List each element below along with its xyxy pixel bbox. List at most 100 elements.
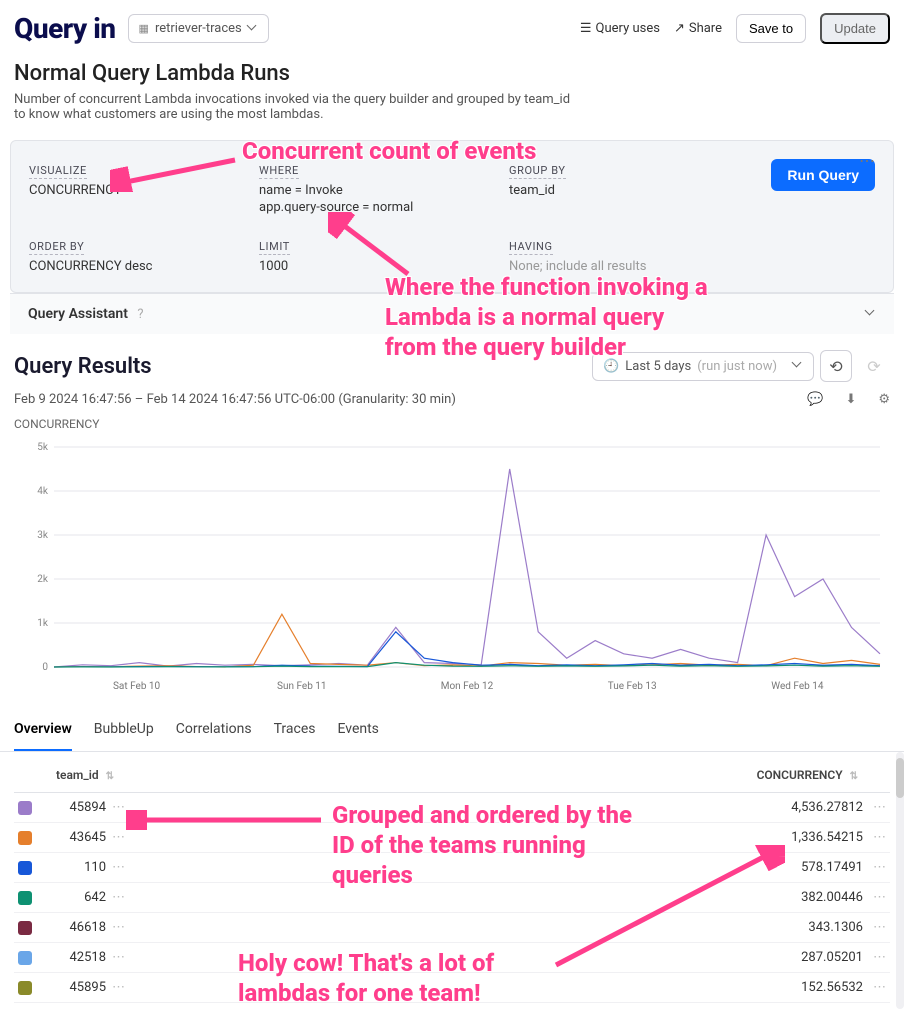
row-menu-icon[interactable]: ⋯ xyxy=(873,920,886,935)
update-button[interactable]: Update xyxy=(820,13,890,44)
groupby-group[interactable]: GROUP BY team_id xyxy=(509,159,739,217)
svg-text:3k: 3k xyxy=(37,530,49,541)
query-uses-link[interactable]: ☰ Query uses xyxy=(580,21,660,36)
having-value: None; include all results xyxy=(509,259,739,274)
row-menu-icon[interactable]: ⋯ xyxy=(112,950,125,965)
redo-icon: ⟳ xyxy=(867,357,880,376)
where-value-2: app.query-source = normal xyxy=(259,200,509,215)
share-label: Share xyxy=(689,21,722,36)
svg-text:5k: 5k xyxy=(37,442,49,453)
dataset-icon: ▦ xyxy=(139,22,149,35)
cell-concurrency: 4,536.27812 xyxy=(791,800,863,815)
series-swatch xyxy=(18,801,32,815)
settings-icon[interactable]: ⚙ xyxy=(878,392,890,407)
dataset-dropdown[interactable]: ▦ retriever-traces xyxy=(128,14,269,43)
result-tabs: Overview BubbleUp Correlations Traces Ev… xyxy=(0,709,904,752)
where-value-1: name = Invoke xyxy=(259,183,509,198)
limit-label: LIMIT xyxy=(259,240,290,255)
having-label: HAVING xyxy=(509,240,553,255)
row-menu-icon[interactable]: ⋯ xyxy=(873,980,886,995)
row-menu-icon[interactable]: ⋯ xyxy=(112,890,125,905)
cell-team-id: 110 xyxy=(46,860,106,875)
cell-concurrency: 382.00446 xyxy=(801,890,863,905)
table-row[interactable]: 46618 ⋯ 343.1306 ⋯ xyxy=(14,913,890,943)
svg-text:Tue Feb 13: Tue Feb 13 xyxy=(608,681,657,692)
cell-team-id: 45894 xyxy=(46,800,106,815)
chevron-down-icon xyxy=(793,361,803,371)
tab-traces[interactable]: Traces xyxy=(274,709,316,751)
tab-correlations[interactable]: Correlations xyxy=(176,709,252,751)
svg-text:Sat Feb 10: Sat Feb 10 xyxy=(113,681,161,692)
row-menu-icon[interactable]: ⋯ xyxy=(112,800,125,815)
cell-concurrency: 578.17491 xyxy=(801,860,863,875)
results-title: Query Results xyxy=(14,354,152,379)
col-team-id[interactable]: team_id ⇅ xyxy=(56,768,114,782)
svg-text:Sun Feb 11: Sun Feb 11 xyxy=(277,681,327,692)
query-assistant-row[interactable]: Query Assistant ? xyxy=(10,293,894,334)
undo-button[interactable]: ⟲ xyxy=(820,350,852,382)
row-menu-icon[interactable]: ⋯ xyxy=(112,860,125,875)
limit-value: 1000 xyxy=(259,259,509,274)
row-menu-icon[interactable]: ⋯ xyxy=(873,950,886,965)
tab-events[interactable]: Events xyxy=(337,709,378,751)
chevron-down-icon xyxy=(866,309,876,319)
row-menu-icon[interactable]: ⋯ xyxy=(873,890,886,905)
concurrency-chart[interactable]: 01k2k3k4k5kSat Feb 10Sun Feb 11Mon Feb 1… xyxy=(0,431,904,703)
limit-group[interactable]: LIMIT 1000 xyxy=(259,235,509,274)
row-menu-icon[interactable]: ⋯ xyxy=(112,920,125,935)
scrollbar[interactable] xyxy=(896,752,904,1009)
share-link[interactable]: ↗ Share xyxy=(674,21,722,36)
chart-metric-label: CONCURRENCY xyxy=(0,417,904,431)
series-swatch xyxy=(18,921,32,935)
svg-text:Mon Feb 12: Mon Feb 12 xyxy=(441,681,494,692)
table-row[interactable]: 110 ⋯ 578.17491 ⋯ xyxy=(14,853,890,883)
table-row[interactable]: 45895 ⋯ 152.56532 ⋯ xyxy=(14,973,890,1003)
cell-team-id: 46618 xyxy=(46,920,106,935)
row-menu-icon[interactable]: ⋯ xyxy=(873,800,886,815)
query-assistant-label: Query Assistant xyxy=(28,306,128,322)
dataset-name: retriever-traces xyxy=(155,21,242,36)
orderby-group[interactable]: ORDER BY CONCURRENCY desc xyxy=(29,235,259,274)
svg-text:2k: 2k xyxy=(37,574,49,585)
svg-text:Wed Feb 14: Wed Feb 14 xyxy=(771,681,824,692)
tab-bubbleup[interactable]: BubbleUp xyxy=(94,709,154,751)
row-menu-icon[interactable]: ⋯ xyxy=(112,830,125,845)
save-to-button[interactable]: Save to xyxy=(736,14,806,43)
table-row[interactable]: 45894 ⋯ 4,536.27812 ⋯ xyxy=(14,793,890,823)
brand-title: Query in xyxy=(14,12,116,45)
table-row[interactable]: 642 ⋯ 382.00446 ⋯ xyxy=(14,883,890,913)
table-header: team_id ⇅ CONCURRENCY ⇅ xyxy=(14,758,890,793)
tab-overview[interactable]: Overview xyxy=(14,709,72,751)
groupby-value: team_id xyxy=(509,183,739,198)
share-icon: ↗ xyxy=(674,21,685,36)
time-range-picker[interactable]: 🕘 Last 5 days (run just now) xyxy=(592,352,814,381)
download-icon[interactable]: ⬇ xyxy=(845,392,856,407)
undo-icon: ⟲ xyxy=(829,357,842,376)
col-concurrency[interactable]: CONCURRENCY ⇅ xyxy=(757,768,886,782)
visualize-group[interactable]: VISUALIZE CONCURRENCY xyxy=(29,159,259,217)
cell-team-id: 45895 xyxy=(46,980,106,995)
orderby-label: ORDER BY xyxy=(29,240,84,255)
groupby-label: GROUP BY xyxy=(509,164,566,179)
comment-icon[interactable]: 💬 xyxy=(807,392,823,407)
table-row[interactable]: 43645 ⋯ 1,336.54215 ⋯ xyxy=(14,823,890,853)
row-menu-icon[interactable]: ⋯ xyxy=(112,980,125,995)
clock-icon: 🕘 xyxy=(603,359,619,374)
redo-button[interactable]: ⟳ xyxy=(858,350,890,382)
cell-concurrency: 343.1306 xyxy=(808,920,863,935)
time-range-text: Feb 9 2024 16:47:56 – Feb 14 2024 16:47:… xyxy=(14,392,456,407)
svg-text:4k: 4k xyxy=(37,486,49,497)
where-group[interactable]: WHERE name = Invoke app.query-source = n… xyxy=(259,159,509,217)
cell-team-id: 42518 xyxy=(46,950,106,965)
table-row[interactable]: 42518 ⋯ 287.05201 ⋯ xyxy=(14,943,890,973)
query-menu-icon[interactable]: ⋯ xyxy=(859,151,875,170)
row-menu-icon[interactable]: ⋯ xyxy=(873,830,886,845)
svg-text:1k: 1k xyxy=(37,618,49,629)
row-menu-icon[interactable]: ⋯ xyxy=(873,860,886,875)
having-group[interactable]: HAVING None; include all results xyxy=(509,235,739,274)
help-icon: ? xyxy=(137,307,143,322)
series-swatch xyxy=(18,861,32,875)
sort-icon: ⇅ xyxy=(850,771,858,782)
series-swatch xyxy=(18,981,32,995)
time-range-label: Last 5 days xyxy=(625,359,691,374)
